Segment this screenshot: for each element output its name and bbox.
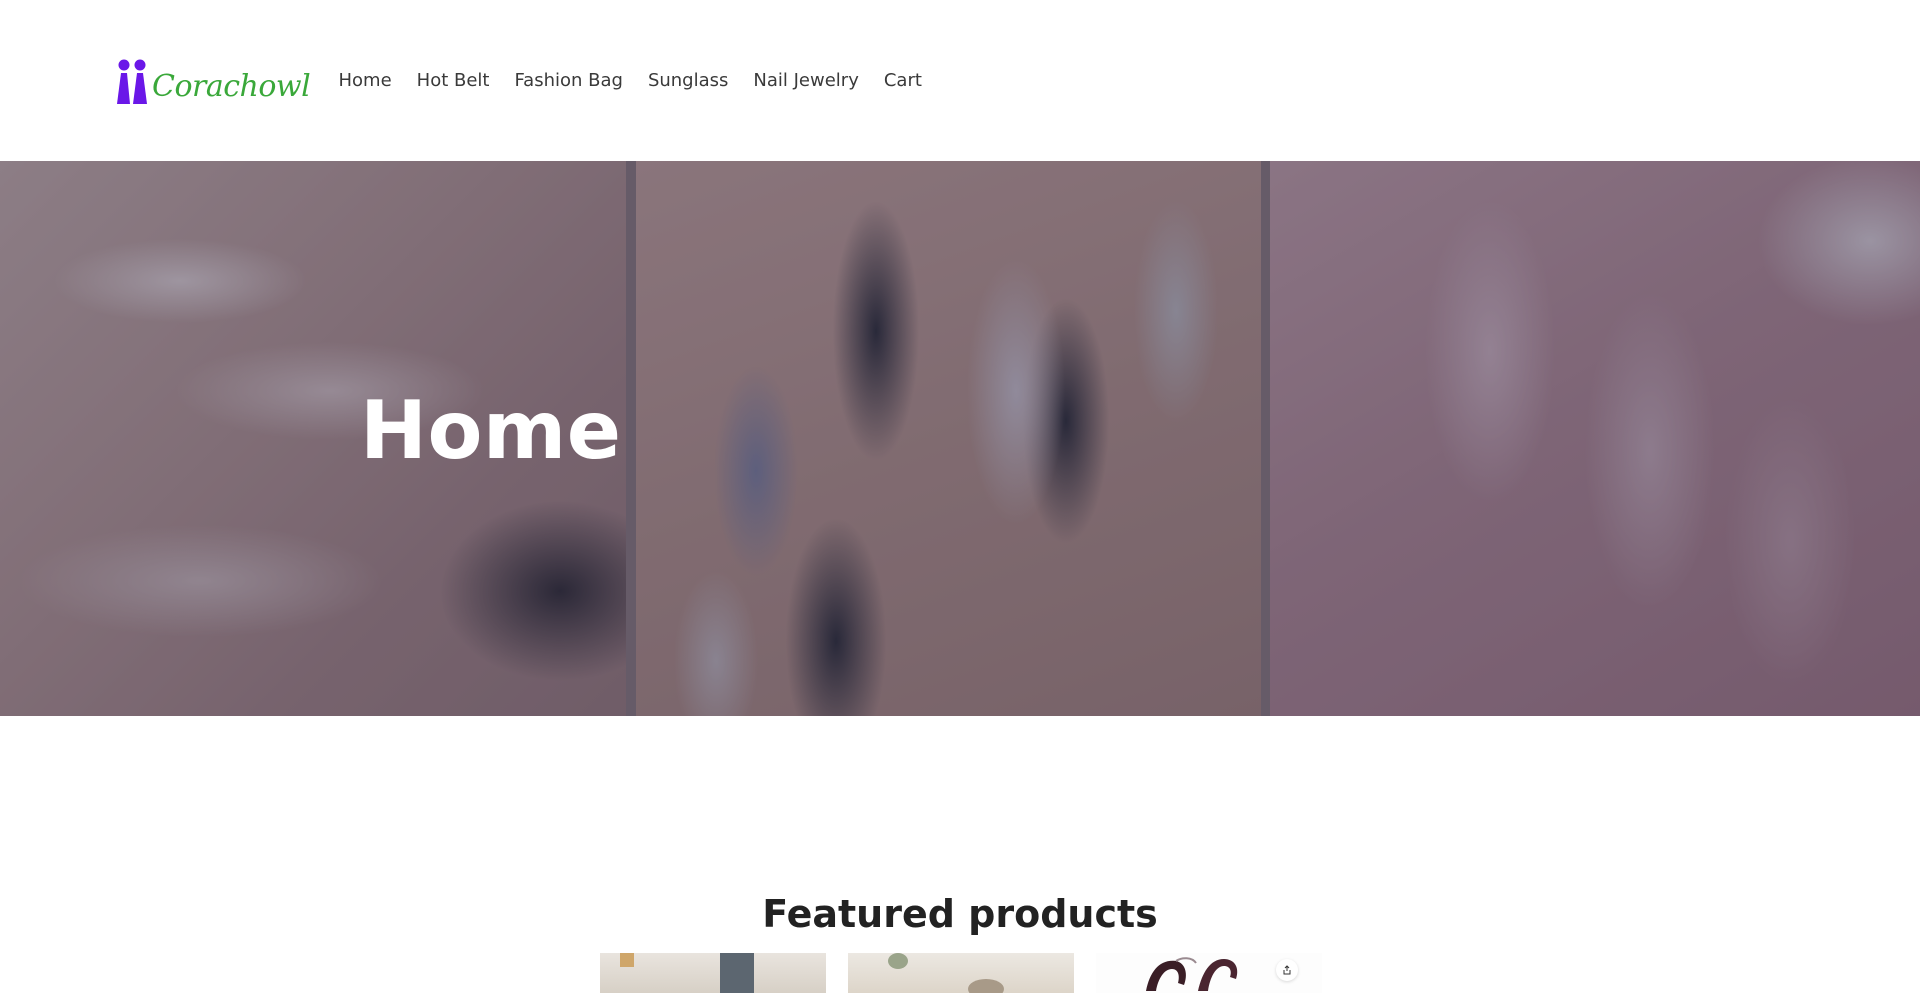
nav-fashion-bag[interactable]: Fashion Bag bbox=[502, 66, 635, 96]
nav-hot-belt[interactable]: Hot Belt bbox=[404, 66, 502, 96]
nav-sunglass[interactable]: Sunglass bbox=[635, 66, 740, 96]
site-logo[interactable]: Corachowl bbox=[116, 56, 311, 106]
product-image-detail bbox=[968, 979, 1004, 993]
site-header: Corachowl Home Hot Belt Fashion Bag Sung… bbox=[0, 0, 1920, 161]
product-image-detail bbox=[620, 953, 634, 967]
logo-figures-icon bbox=[117, 59, 147, 104]
nav-nail-jewelry[interactable]: Nail Jewelry bbox=[741, 66, 871, 96]
product-image-detail bbox=[720, 953, 754, 993]
nav-cart[interactable]: Cart bbox=[871, 66, 934, 96]
product-card[interactable] bbox=[848, 953, 1074, 993]
hero-overlay bbox=[0, 161, 1920, 716]
main-nav: Home Hot Belt Fashion Bag Sunglass Nail … bbox=[326, 66, 934, 96]
nav-home[interactable]: Home bbox=[326, 66, 404, 96]
share-button[interactable] bbox=[1276, 959, 1298, 981]
hero-banner: Home bbox=[0, 161, 1920, 716]
logo-text: Corachowl bbox=[152, 69, 311, 104]
belt-product-image bbox=[1146, 957, 1238, 991]
product-image-detail bbox=[888, 953, 908, 969]
featured-products-heading: Featured products bbox=[762, 892, 1158, 936]
hero-title: Home bbox=[360, 384, 622, 477]
share-icon bbox=[1283, 965, 1291, 975]
product-card[interactable] bbox=[600, 953, 826, 993]
